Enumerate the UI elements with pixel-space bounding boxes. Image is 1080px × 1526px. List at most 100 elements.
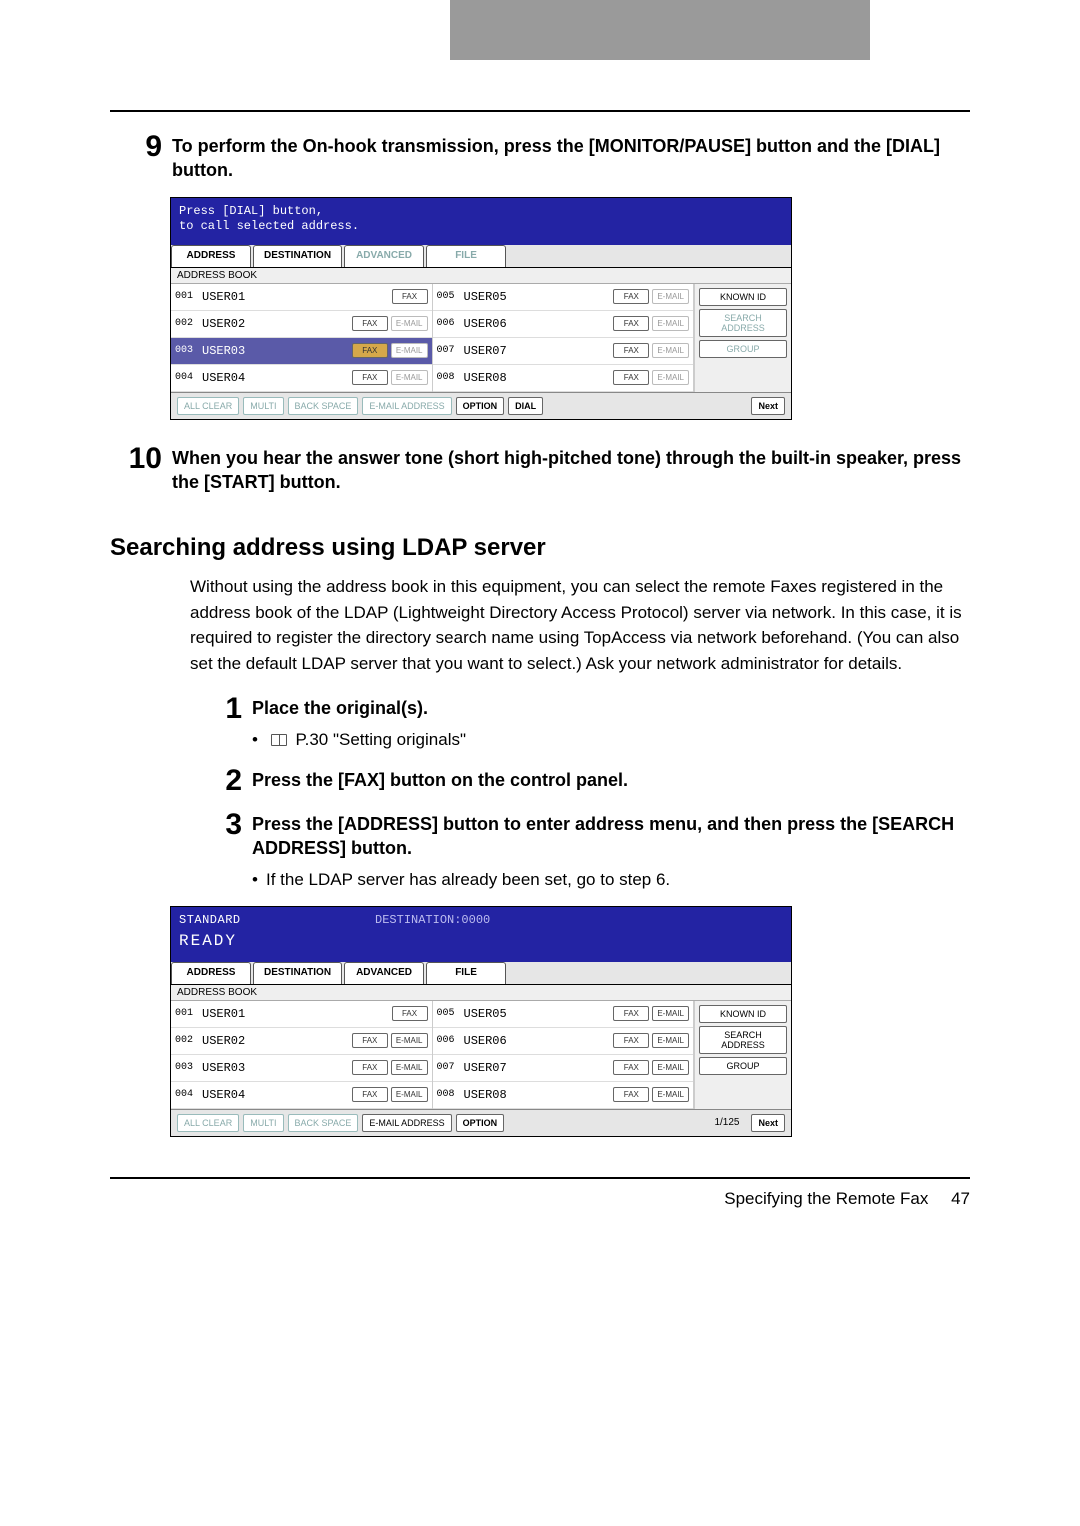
panel-bottom-bar: ALL CLEAR MULTI BACK SPACE E-MAIL ADDRES…: [171, 392, 791, 419]
email-address-button[interactable]: E-MAIL ADDRESS: [362, 1114, 451, 1132]
step-10: 10 When you hear the answer tone (short …: [110, 444, 970, 495]
fax-button[interactable]: FAX: [613, 370, 649, 385]
address-row[interactable]: 004 USER04 FAX E-MAIL: [171, 365, 432, 392]
email-button[interactable]: E-MAIL: [652, 1060, 689, 1075]
dial-button[interactable]: DIAL: [508, 397, 543, 415]
option-button[interactable]: OPTION: [456, 1114, 505, 1132]
address-row[interactable]: 002 USER02 FAX E-MAIL: [171, 311, 432, 338]
email-address-button[interactable]: E-MAIL ADDRESS: [362, 397, 451, 415]
page-footer: Specifying the Remote Fax 47: [110, 1189, 970, 1209]
next-button[interactable]: Next: [751, 1114, 785, 1132]
email-button[interactable]: E-MAIL: [652, 370, 689, 385]
tab-destination[interactable]: DESTINATION: [253, 962, 342, 984]
address-row[interactable]: 006 USER06 FAX E-MAIL: [433, 1028, 694, 1055]
tab-file[interactable]: FILE: [426, 962, 506, 984]
panel-status: Press [DIAL] button, to call selected ad…: [171, 198, 791, 245]
screenshot-panel-1: Press [DIAL] button, to call selected ad…: [170, 197, 792, 420]
email-button[interactable]: E-MAIL: [391, 1033, 428, 1048]
address-row[interactable]: 001 USER01 FAX: [171, 284, 432, 311]
address-row[interactable]: 002 USER02 FAX E-MAIL: [171, 1028, 432, 1055]
email-button[interactable]: E-MAIL: [391, 343, 428, 358]
step-1: 1 Place the original(s). • P.30 "Setting…: [190, 694, 970, 752]
email-button[interactable]: E-MAIL: [652, 1006, 689, 1021]
fax-button[interactable]: FAX: [613, 289, 649, 304]
email-button[interactable]: E-MAIL: [391, 316, 428, 331]
address-row[interactable]: 005 USER05 FAX E-MAIL: [433, 284, 694, 311]
step-3: 3 Press the [ADDRESS] button to enter ad…: [190, 810, 970, 892]
fax-button[interactable]: FAX: [613, 1033, 649, 1048]
step-number: 3: [190, 810, 252, 840]
step-title: To perform the On-hook transmission, pre…: [172, 134, 970, 183]
address-row[interactable]: 003 USER03 FAX E-MAIL: [171, 1055, 432, 1082]
tab-advanced[interactable]: ADVANCED: [344, 245, 424, 267]
known-id-button[interactable]: KNOWN ID: [699, 1005, 787, 1023]
address-row[interactable]: 005 USER05 FAX E-MAIL: [433, 1001, 694, 1028]
fax-button[interactable]: FAX: [352, 370, 388, 385]
step-title: Place the original(s).: [252, 696, 970, 720]
panel-status: STANDARD DESTINATION:0000 READY: [171, 907, 791, 961]
email-button[interactable]: E-MAIL: [391, 370, 428, 385]
section-body: Without using the address book in this e…: [190, 574, 970, 676]
tab-address[interactable]: ADDRESS: [171, 245, 251, 267]
address-row[interactable]: 007 USER07 FAX E-MAIL: [433, 1055, 694, 1082]
status-ready: READY: [179, 931, 783, 952]
all-clear-button[interactable]: ALL CLEAR: [177, 397, 239, 415]
step-title: When you hear the answer tone (short hig…: [172, 446, 970, 495]
screenshot-panel-2: STANDARD DESTINATION:0000 READY ADDRESS …: [170, 906, 792, 1136]
search-address-button[interactable]: SEARCH ADDRESS: [699, 309, 787, 337]
address-row-selected[interactable]: 003 USER03 FAX E-MAIL: [171, 338, 432, 365]
email-button[interactable]: E-MAIL: [652, 289, 689, 304]
address-book-label: ADDRESS BOOK: [171, 268, 791, 284]
multi-button[interactable]: MULTI: [243, 397, 283, 415]
fax-button[interactable]: FAX: [613, 1087, 649, 1102]
fax-button[interactable]: FAX: [352, 316, 388, 331]
email-button[interactable]: E-MAIL: [391, 1087, 428, 1102]
top-rule: [110, 110, 970, 112]
multi-button[interactable]: MULTI: [243, 1114, 283, 1132]
address-row[interactable]: 006 USER06 FAX E-MAIL: [433, 311, 694, 338]
fax-button[interactable]: FAX: [392, 1006, 428, 1021]
panel-tabs: ADDRESS DESTINATION ADVANCED FILE: [171, 962, 791, 985]
email-button[interactable]: E-MAIL: [652, 1033, 689, 1048]
email-button[interactable]: E-MAIL: [652, 316, 689, 331]
fax-button[interactable]: FAX: [352, 1033, 388, 1048]
side-buttons: KNOWN ID SEARCH ADDRESS GROUP: [694, 1001, 791, 1109]
address-column-left: 001 USER01 FAX 002 USER02 FAX E-MAIL 003…: [171, 1001, 433, 1109]
step-title: Press the [ADDRESS] button to enter addr…: [252, 812, 970, 861]
tab-advanced[interactable]: ADVANCED: [344, 962, 424, 984]
option-button[interactable]: OPTION: [456, 397, 505, 415]
fax-button[interactable]: FAX: [352, 1060, 388, 1075]
group-button[interactable]: GROUP: [699, 340, 787, 358]
address-row[interactable]: 008 USER08 FAX E-MAIL: [433, 1082, 694, 1109]
address-row[interactable]: 007 USER07 FAX E-MAIL: [433, 338, 694, 365]
address-row[interactable]: 008 USER08 FAX E-MAIL: [433, 365, 694, 392]
fax-button[interactable]: FAX: [613, 1006, 649, 1021]
email-button[interactable]: E-MAIL: [652, 1087, 689, 1102]
back-space-button[interactable]: BACK SPACE: [288, 1114, 359, 1132]
step-number: 9: [110, 132, 172, 162]
all-clear-button[interactable]: ALL CLEAR: [177, 1114, 239, 1132]
fax-button[interactable]: FAX: [613, 1060, 649, 1075]
email-button[interactable]: E-MAIL: [391, 1060, 428, 1075]
panel-bottom-bar: ALL CLEAR MULTI BACK SPACE E-MAIL ADDRES…: [171, 1109, 791, 1136]
fax-button[interactable]: FAX: [613, 343, 649, 358]
email-button[interactable]: E-MAIL: [652, 343, 689, 358]
step-title: Press the [FAX] button on the control pa…: [252, 768, 970, 792]
next-button[interactable]: Next: [751, 397, 785, 415]
group-button[interactable]: GROUP: [699, 1057, 787, 1075]
fax-button[interactable]: FAX: [352, 1087, 388, 1102]
fax-button[interactable]: FAX: [392, 289, 428, 304]
back-space-button[interactable]: BACK SPACE: [288, 397, 359, 415]
fax-button[interactable]: FAX: [352, 343, 388, 358]
tab-address[interactable]: ADDRESS: [171, 962, 251, 984]
step-number: 10: [110, 444, 172, 474]
known-id-button[interactable]: KNOWN ID: [699, 288, 787, 306]
tab-destination[interactable]: DESTINATION: [253, 245, 342, 267]
search-address-button[interactable]: SEARCH ADDRESS: [699, 1026, 787, 1054]
tab-file[interactable]: FILE: [426, 245, 506, 267]
address-row[interactable]: 004 USER04 FAX E-MAIL: [171, 1082, 432, 1109]
bottom-rule: [110, 1177, 970, 1179]
fax-button[interactable]: FAX: [613, 316, 649, 331]
step-number: 2: [190, 766, 252, 796]
address-row[interactable]: 001 USER01 FAX: [171, 1001, 432, 1028]
